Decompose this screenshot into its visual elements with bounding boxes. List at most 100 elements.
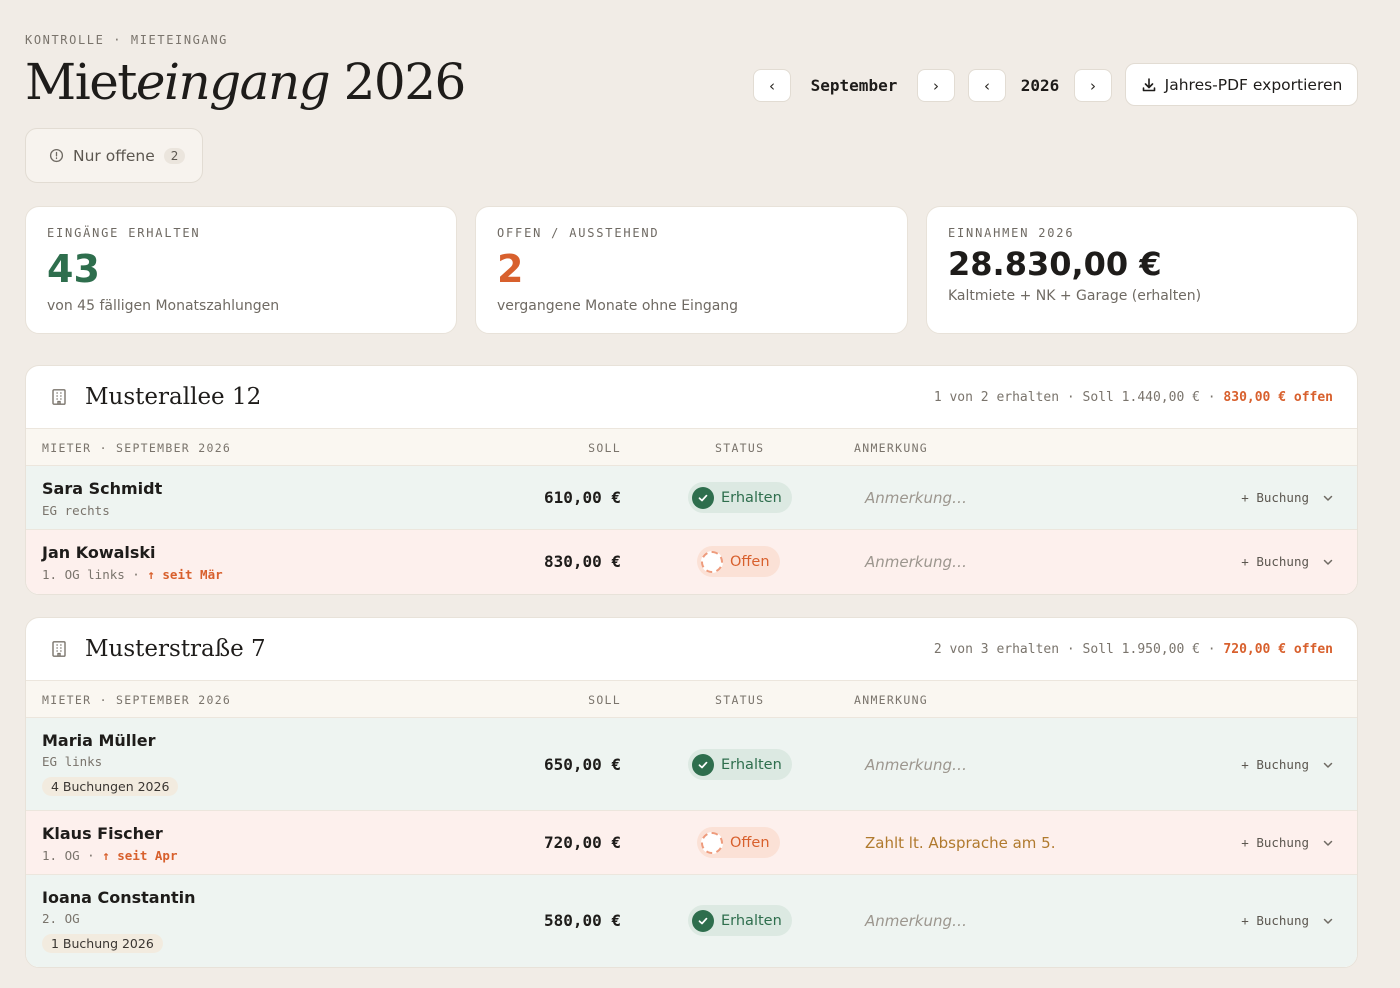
property-card: Musterallee 12 1 von 2 erhalten · Soll 1… [25,365,1358,595]
stat-label: EINGÄNGE ERHALTEN [47,226,201,240]
soll-amount: 610,00 € [543,488,621,507]
property-open-amount: 720,00 € offen [1223,641,1333,657]
status-label: Offen [730,553,770,570]
table-row: Klaus Fischer 1. OG · ↑ seit Apr 720,00 … [26,811,1357,875]
stat-label: OFFEN / AUSSTEHEND [497,226,660,240]
stat-sub: Kaltmiete + NK + Garage (erhalten) [948,288,1202,304]
tenant-name: Sara Schmidt [42,479,163,498]
next-month-button[interactable]: › [917,69,955,102]
status-badge[interactable]: Offen [697,546,780,577]
next-year-button[interactable]: › [1074,69,1112,102]
property-open-amount: 830,00 € offen [1223,389,1333,405]
add-booking-button[interactable]: + Buchung [1241,757,1309,772]
soll-amount: 830,00 € [543,552,621,571]
property-summary: 2 von 3 erhalten · Soll 1.950,00 € · 720… [934,642,1333,657]
chevron-down-icon[interactable] [1321,758,1335,772]
property-summary: 1 von 2 erhalten · Soll 1.440,00 € · 830… [934,390,1333,405]
alert-circle-icon [49,148,64,163]
note-input[interactable]: Anmerkung… [865,553,967,571]
export-pdf-button[interactable]: Jahres-PDF exportieren [1125,63,1358,106]
col-soll: SOLL [588,693,621,707]
property-summary-text: 2 von 3 erhalten · Soll 1.950,00 € · [933,641,1224,657]
stat-value: 2 [497,247,524,291]
title-year: 2026 [343,53,467,111]
tenant-unit: 1. OG links · ↑ seit Mär [42,567,223,582]
building-icon [50,388,68,406]
stat-income: EINNAHMEN 2026 28.830,00 € Kaltmiete + N… [926,206,1358,334]
year-label: 2026 [1020,76,1060,95]
property-card: Musterstraße 7 2 von 3 erhalten · Soll 1… [25,617,1358,968]
tenant-unit-text: 1. OG · [42,848,103,863]
table-row: Sara Schmidt EG rechts 610,00 € Erhalten… [26,466,1357,530]
col-tenant: MIETER · SEPTEMBER 2026 [42,441,232,455]
status-label: Erhalten [721,912,782,929]
bookings-count-pill: 4 Buchungen 2026 [42,777,179,796]
chevron-down-icon[interactable] [1321,914,1335,928]
title-part-italic: eingang [135,53,331,111]
table-header: MIETER · SEPTEMBER 2026 SOLL STATUS ANME… [26,681,1357,718]
add-booking-button[interactable]: + Buchung [1241,490,1309,505]
note-input[interactable]: Zahlt lt. Absprache am 5. [865,834,1056,852]
stat-value: 28.830,00 € [948,245,1162,283]
note-input[interactable]: Anmerkung… [865,912,967,930]
tenant-unit-text: 1. OG links · [42,567,148,582]
chevron-down-icon[interactable] [1321,555,1335,569]
overdue-since: ↑ seit Apr [102,848,178,863]
prev-year-button[interactable]: ‹ [968,69,1006,102]
stat-sub: vergangene Monate ohne Eingang [497,298,739,314]
chevron-down-icon[interactable] [1321,836,1335,850]
year-nav: ‹ 2026 › [968,69,1112,102]
status-badge[interactable]: Erhalten [688,905,792,936]
breadcrumb: KONTROLLE · MIETEINGANG [25,33,228,47]
stat-value: 43 [47,247,100,291]
soll-amount: 650,00 € [543,755,621,774]
col-note: ANMERKUNG [854,441,929,455]
status-badge[interactable]: Offen [697,827,780,858]
status-badge[interactable]: Erhalten [688,749,792,780]
tenant-name: Klaus Fischer [42,824,163,843]
filter-count-badge: 2 [163,147,186,164]
tenant-unit: EG rechts [42,503,110,518]
month-nav: ‹ September › [753,69,955,102]
property-header: Musterallee 12 1 von 2 erhalten · Soll 1… [26,366,1357,429]
pending-icon [701,550,723,573]
tenant-unit: 1. OG · ↑ seit Apr [42,848,177,863]
status-label: Offen [730,834,770,851]
col-status: STATUS [715,693,765,707]
soll-amount: 720,00 € [543,833,621,852]
tenant-unit: EG links [42,754,103,769]
status-label: Erhalten [721,756,782,773]
status-label: Erhalten [721,489,782,506]
chevron-down-icon[interactable] [1321,491,1335,505]
table-header: MIETER · SEPTEMBER 2026 SOLL STATUS ANME… [26,429,1357,466]
note-input[interactable]: Anmerkung… [865,756,967,774]
stat-label: EINNAHMEN 2026 [948,226,1075,240]
page-title: Mieteingang 2026 [25,52,467,112]
add-booking-button[interactable]: + Buchung [1241,554,1309,569]
col-tenant: MIETER · SEPTEMBER 2026 [42,693,232,707]
add-booking-button[interactable]: + Buchung [1241,835,1309,850]
tenant-name: Jan Kowalski [42,543,156,562]
check-icon [692,909,714,932]
stat-open: OFFEN / AUSSTEHEND 2 vergangene Monate o… [475,206,908,334]
stat-sub: von 45 fälligen Monatszahlungen [47,298,280,314]
download-icon [1142,77,1155,91]
pending-icon [701,831,723,854]
check-icon [692,486,714,509]
table-row: Ioana Constantin 2. OG 1 Buchung 2026 58… [26,875,1357,967]
property-header: Musterstraße 7 2 von 3 erhalten · Soll 1… [26,618,1357,681]
stat-received: EINGÄNGE ERHALTEN 43 von 45 fälligen Mon… [25,206,457,334]
tenant-name: Ioana Constantin [42,888,196,907]
property-summary-text: 1 von 2 erhalten · Soll 1.440,00 € · [933,389,1224,405]
status-badge[interactable]: Erhalten [688,482,792,513]
filter-open-toggle[interactable]: Nur offene 2 [25,128,203,183]
building-icon [50,640,68,658]
table-row: Jan Kowalski 1. OG links · ↑ seit Mär 83… [26,530,1357,594]
bookings-count-pill: 1 Buchung 2026 [42,934,163,953]
col-status: STATUS [715,441,765,455]
soll-amount: 580,00 € [543,911,621,930]
prev-month-button[interactable]: ‹ [753,69,791,102]
col-soll: SOLL [588,441,621,455]
add-booking-button[interactable]: + Buchung [1241,913,1309,928]
note-input[interactable]: Anmerkung… [865,489,967,507]
